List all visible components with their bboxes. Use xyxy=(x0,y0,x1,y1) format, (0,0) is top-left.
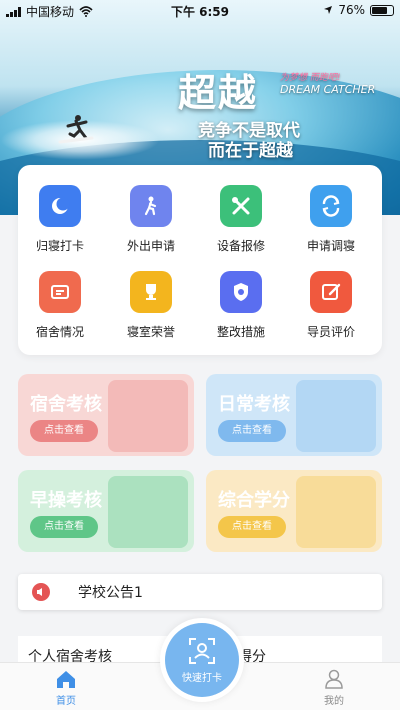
grid-item-label: 整改措施 xyxy=(216,325,265,339)
quick-checkin-label: 快速打卡 xyxy=(182,672,222,684)
tab-mine[interactable]: 我的 xyxy=(304,669,364,707)
swap-icon xyxy=(310,185,352,227)
location-icon xyxy=(324,6,333,14)
badge-icon xyxy=(220,271,262,313)
card-illustration xyxy=(296,380,376,452)
banner-slogan-en: 为梦想 而跑吧! DREAM CATCHER xyxy=(280,73,376,96)
tools-icon xyxy=(220,185,262,227)
grid-item-1[interactable]: 归寝打卡 xyxy=(20,185,100,254)
battery-percent: 76% xyxy=(338,3,365,17)
card-illustration xyxy=(296,476,376,548)
card-title: 日常考核 xyxy=(218,394,290,415)
grid-item-label: 归寝打卡 xyxy=(35,239,84,253)
face-scan-icon xyxy=(189,637,215,664)
view-button[interactable]: 点击查看 xyxy=(218,420,286,442)
grid-item-label: 寝室荣誉 xyxy=(126,325,175,339)
assessment-card-2[interactable]: 日常考核 点击查看 xyxy=(206,374,382,456)
grid-item-4[interactable]: 申请调寝 xyxy=(291,185,371,254)
assessment-card-1[interactable]: 宿舍考核 点击查看 xyxy=(18,374,194,456)
moon-icon xyxy=(39,185,81,227)
quick-checkin-button[interactable]: 快速打卡 xyxy=(160,618,244,702)
banner-line2: 而在于超越 xyxy=(208,141,293,161)
view-button[interactable]: 点击查看 xyxy=(218,516,286,538)
card-illustration xyxy=(108,476,188,548)
card-illustration xyxy=(108,380,188,452)
walking-person-icon xyxy=(130,185,172,227)
announcement-bar[interactable]: 学校公告1 xyxy=(18,574,382,610)
grid-item-5[interactable]: 宿舍情况 xyxy=(20,271,100,340)
grid-item-label: 申请调寝 xyxy=(306,239,355,253)
tab-home-label: 首页 xyxy=(56,696,76,707)
dorm-card-icon xyxy=(39,271,81,313)
status-bar: 中国移动 下午 6:59 76% xyxy=(0,0,400,22)
feature-grid: 归寝打卡 外出申请 设备报修 申请调寝宿舍情况 寝室荣誉 整改措施 导员评价 xyxy=(18,165,382,355)
grid-item-7[interactable]: 整改措施 xyxy=(201,271,281,340)
assessment-card-3[interactable]: 早操考核 点击查看 xyxy=(18,470,194,552)
card-title: 宿舍考核 xyxy=(30,394,102,415)
view-button[interactable]: 点击查看 xyxy=(30,420,98,442)
battery-icon xyxy=(370,4,394,16)
banner-slogan: 超越 xyxy=(178,71,259,115)
grid-item-3[interactable]: 设备报修 xyxy=(201,185,281,254)
card-title: 综合学分 xyxy=(218,490,290,511)
grid-item-8[interactable]: 导员评价 xyxy=(291,271,371,340)
tab-mine-label: 我的 xyxy=(324,696,344,707)
grid-item-label: 外出申请 xyxy=(126,239,175,253)
assessment-card-4[interactable]: 综合学分 点击查看 xyxy=(206,470,382,552)
user-icon xyxy=(325,669,343,689)
grid-item-2[interactable]: 外出申请 xyxy=(111,185,191,254)
grid-item-label: 导员评价 xyxy=(306,325,355,339)
announcement-text: 学校公告1 xyxy=(78,585,143,601)
tab-home[interactable]: 首页 xyxy=(36,669,96,707)
view-button[interactable]: 点击查看 xyxy=(30,516,98,538)
card-title: 早操考核 xyxy=(30,490,102,511)
trophy-icon xyxy=(130,271,172,313)
grid-item-label: 设备报修 xyxy=(216,239,265,253)
speaker-icon xyxy=(32,583,50,601)
edit-icon xyxy=(310,271,352,313)
home-icon xyxy=(57,671,75,688)
surfer-image xyxy=(58,115,94,144)
grid-item-6[interactable]: 寝室荣誉 xyxy=(111,271,191,340)
grid-item-label: 宿舍情况 xyxy=(35,325,84,339)
